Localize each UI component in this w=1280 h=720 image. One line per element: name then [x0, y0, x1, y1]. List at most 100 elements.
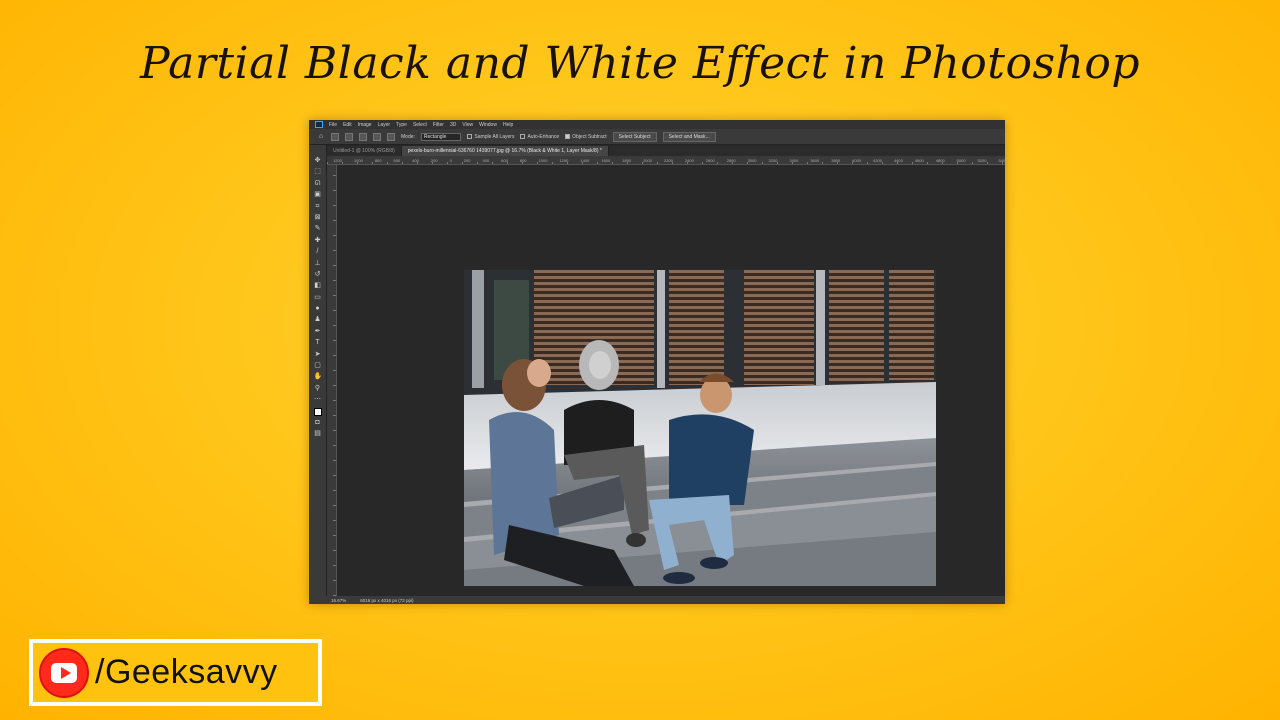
gradient-tool-icon[interactable]: ▭ [314, 294, 322, 302]
ruler-tick-label: 2200 [663, 157, 673, 163]
menu-bar: File Edit Image Layer Type Select Filter… [309, 120, 1005, 129]
status-bar: 16.67% 6016 px x 4016 px (72 ppi) [309, 596, 1005, 604]
menu-image[interactable]: Image [358, 122, 372, 128]
hand-tool-icon[interactable]: ✋ [314, 373, 323, 381]
menu-edit[interactable]: Edit [343, 122, 352, 128]
menu-filter[interactable]: Filter [433, 122, 444, 128]
history-brush-tool-icon[interactable]: ↺ [314, 271, 322, 279]
menu-layer[interactable]: Layer [378, 122, 391, 128]
shape-tool-icon[interactable]: ▢ [314, 362, 322, 370]
more-tools-icon[interactable]: ⋯ [314, 396, 322, 404]
menu-help[interactable]: Help [503, 122, 513, 128]
ruler-tick-label: 3400 [789, 157, 799, 163]
auto-enhance-checkbox[interactable]: Auto-Enhance [520, 134, 559, 140]
document-photo [464, 270, 936, 586]
ruler-tick-label: 3000 [747, 157, 757, 163]
new-selection-icon[interactable] [345, 132, 353, 141]
tool-preset-icon[interactable] [331, 132, 339, 141]
brush-tool-icon[interactable]: / [314, 248, 322, 256]
menu-window[interactable]: Window [479, 122, 497, 128]
type-tool-icon[interactable]: T [314, 339, 322, 347]
ruler-tick-label: 5400 [998, 157, 1005, 163]
ruler-tick-label: 2800 [726, 157, 736, 163]
screen-mode-icon[interactable]: ▤ [314, 430, 322, 438]
ruler-tick-label: 4200 [873, 157, 882, 163]
lasso-tool-icon[interactable]: ᘏ [314, 180, 322, 188]
mode-select[interactable]: Rectangle [420, 132, 462, 141]
ruler-tick-label: 1000 [538, 157, 548, 163]
ruler-tick-label: 4400 [893, 157, 903, 163]
color-swatch-icon[interactable] [313, 407, 322, 416]
healing-brush-tool-icon[interactable]: ✚ [314, 237, 322, 245]
vertical-ruler [327, 165, 337, 596]
select-and-mask-button[interactable]: Select and Mask... [662, 131, 716, 142]
ruler-tick-label: 400 [482, 157, 490, 163]
photo-image [464, 270, 936, 586]
menu-3d[interactable]: 3D [450, 122, 456, 128]
photoshop-logo-icon [315, 121, 323, 128]
menu-select[interactable]: Select [413, 122, 427, 128]
sample-all-layers-label: Sample All Layers [474, 133, 515, 140]
zoom-tool-icon[interactable]: ⚲ [314, 385, 322, 393]
ruler-tick-label: 2600 [705, 157, 715, 163]
move-tool-icon[interactable]: ✥ [314, 157, 322, 165]
ruler-tick-label: 400 [412, 157, 419, 163]
blur-tool-icon[interactable]: ● [314, 305, 322, 313]
object-selection-tool-icon[interactable]: ▣ [314, 191, 322, 199]
quick-mask-icon[interactable]: ◘ [314, 419, 322, 427]
ruler-tick-label: 1800 [622, 157, 632, 163]
ruler-tick-label: 800 [519, 157, 527, 163]
menu-type[interactable]: Type [396, 122, 407, 128]
ruler-tick-label: 3200 [768, 157, 778, 163]
tab-untitled[interactable]: Untitled-1 @ 100% (RGB/8) [327, 146, 402, 156]
ruler-tick-label: 0 [449, 157, 452, 163]
subtract-selection-icon[interactable] [373, 132, 381, 141]
ruler-tick-label: 1200 [559, 157, 569, 163]
eraser-tool-icon[interactable]: ◧ [314, 282, 322, 290]
ruler-tick-label: 5000 [956, 157, 966, 163]
ruler-tick-label: 1400 [580, 157, 590, 163]
intersect-selection-icon[interactable] [387, 132, 395, 141]
ruler-tick-label: 4800 [935, 157, 945, 163]
select-subject-button[interactable]: Select Subject [612, 131, 657, 142]
add-selection-icon[interactable] [359, 132, 367, 141]
mode-label: Mode: [401, 133, 415, 140]
video-title: Partial Black and White Effect in Photos… [139, 38, 1141, 89]
ruler-tick-label: 5200 [977, 157, 987, 163]
path-selection-tool-icon[interactable]: ➤ [314, 351, 322, 359]
clone-stamp-tool-icon[interactable]: ⊥ [314, 260, 322, 268]
marquee-tool-icon[interactable]: ⬚ [314, 168, 322, 176]
document-tabs: Untitled-1 @ 100% (RGB/8) pexels-buro-mi… [327, 146, 1005, 156]
frame-tool-icon[interactable]: ⊠ [314, 214, 322, 222]
dodge-tool-icon[interactable]: ♟ [314, 316, 322, 324]
tab-pexels-photo[interactable]: pexels-buro-millennial-636760 1439077.jp… [401, 146, 609, 156]
ruler-tick-label: 1000 [353, 157, 363, 163]
pen-tool-icon[interactable]: ✒ [314, 328, 322, 336]
crop-tool-icon[interactable]: ⌗ [314, 203, 322, 211]
channel-handle: /Geeksavvy [95, 653, 278, 691]
ruler-tick-label: 200 [463, 157, 471, 163]
photoshop-window: File Edit Image Layer Type Select Filter… [309, 120, 1005, 604]
document-size: 6016 px x 4016 px (72 ppi) [360, 597, 414, 603]
ruler-tick-label: 4600 [914, 157, 924, 163]
ruler-tick-label: 1600 [601, 157, 611, 163]
zoom-readout[interactable]: 16.67% [331, 598, 346, 603]
channel-badge: /Geeksavvy [29, 639, 322, 706]
ruler-tick-label: 200 [430, 157, 438, 163]
ruler-tick-label: 1200 [333, 157, 342, 163]
ruler-tick-label: 4000 [852, 157, 862, 163]
object-subtract-label: Object Subtract [572, 133, 607, 140]
ruler-tick-label: 3800 [831, 157, 841, 163]
canvas-area[interactable] [337, 166, 1005, 596]
menu-view[interactable]: View [462, 122, 473, 128]
horizontal-ruler: 1200 1000 800 600 400 200 0 200 400 600 800 1000 120… [327, 156, 1005, 165]
youtube-icon [39, 647, 89, 698]
sample-all-layers-checkbox[interactable]: Sample All Layers [467, 134, 514, 140]
menu-file[interactable]: File [329, 122, 337, 128]
object-subtract-checkbox[interactable]: Object Subtract [565, 133, 607, 140]
eyedropper-tool-icon[interactable]: ✎ [314, 225, 322, 233]
home-icon[interactable]: ⌂ [317, 133, 325, 141]
ruler-tick-label: 3600 [810, 157, 820, 163]
ruler-tick-label: 2400 [684, 157, 694, 163]
options-bar: ⌂ Mode: Rectangle Sample All Layers Auto… [309, 129, 1005, 145]
